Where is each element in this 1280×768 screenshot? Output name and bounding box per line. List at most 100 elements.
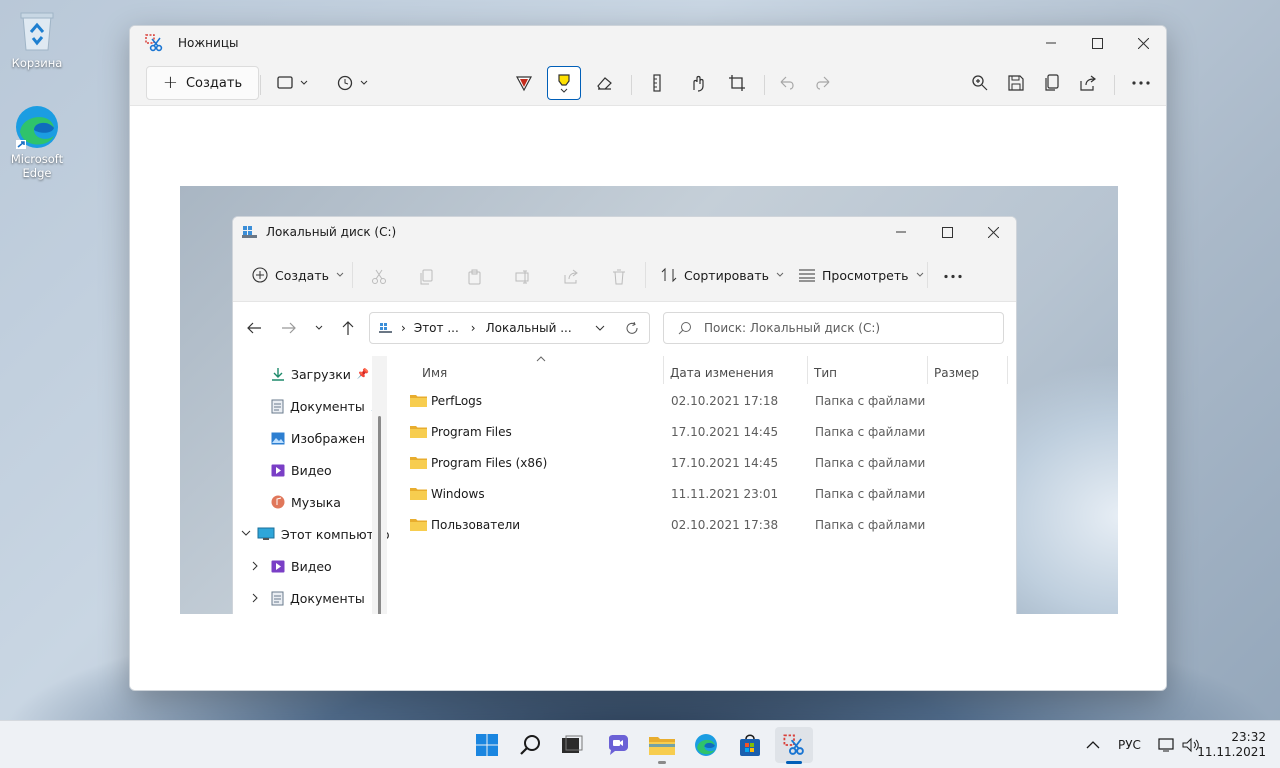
up-icon[interactable] (341, 320, 355, 336)
view-label: Просмотреть (822, 267, 909, 283)
search-placeholder: Поиск: Локальный диск (C:) (704, 321, 881, 335)
captured-screenshot[interactable]: Локальный диск (C:) Создать Сортировать … (180, 186, 1118, 614)
snipping-tool-taskbar-button[interactable] (775, 727, 813, 764)
ruler-button[interactable] (640, 66, 674, 100)
file-name: PerfLogs (431, 394, 483, 408)
minimize-button[interactable] (1028, 26, 1074, 60)
nav-item-downloads[interactable]: Загрузки 📌 (271, 360, 369, 388)
new-item-button[interactable]: Создать (252, 261, 344, 289)
file-name: Program Files (x86) (431, 456, 548, 470)
zoom-button[interactable] (963, 66, 997, 100)
desktop-icon-label: Microsoft Edge (10, 152, 64, 180)
undo-button[interactable] (770, 66, 804, 100)
refresh-icon[interactable] (626, 322, 639, 335)
column-header-size[interactable]: Размер (934, 360, 979, 386)
view-button[interactable]: Просмотреть (799, 261, 924, 289)
edge-icon (14, 104, 60, 150)
delay-button[interactable] (330, 66, 378, 100)
redo-button[interactable] (806, 66, 840, 100)
nav-item-this-pc-documents[interactable]: Документы (251, 584, 365, 612)
nav-item-pictures[interactable]: Изображен 📌 (271, 424, 384, 452)
table-row[interactable]: PerfLogs 02.10.2021 17:18 Папка с файлам… (387, 387, 1016, 415)
store-taskbar-button[interactable] (731, 727, 769, 763)
rename-icon[interactable] (515, 269, 531, 285)
explorer-title-bar[interactable]: Локальный диск (C:) (233, 217, 1016, 247)
close-button[interactable] (970, 217, 1016, 247)
maximize-icon (941, 226, 953, 238)
minimize-button[interactable] (878, 217, 924, 247)
nav-item-this-pc-videos[interactable]: Видео (251, 552, 332, 580)
network-status[interactable] (1158, 721, 1176, 768)
address-bar[interactable]: › Этот ... › Локальный ... (369, 312, 650, 344)
table-row[interactable]: Program Files 17.10.2021 14:45 Папка с ф… (387, 418, 1016, 446)
cut-icon[interactable] (371, 269, 387, 285)
clock-date: 11.11.2021 (1197, 745, 1266, 759)
back-icon[interactable] (246, 321, 262, 335)
column-header-type[interactable]: Тип (814, 360, 837, 386)
task-view-button[interactable] (553, 727, 591, 763)
forward-icon[interactable] (281, 321, 297, 335)
nav-item-this-pc[interactable]: Этот компьютер (241, 520, 390, 548)
navigation-scrollbar[interactable] (372, 356, 387, 614)
ballpoint-pen-button[interactable] (507, 66, 541, 100)
sort-button[interactable]: Сортировать (661, 261, 784, 289)
maximize-icon (1091, 37, 1103, 49)
breadcrumb-this-pc[interactable]: Этот ... (414, 321, 459, 335)
highlighter-button[interactable] (547, 66, 581, 100)
table-row[interactable]: Windows 11.11.2021 23:01 Папка с файлами (387, 480, 1016, 508)
maximize-button[interactable] (924, 217, 970, 247)
close-button[interactable] (1120, 26, 1166, 60)
breadcrumb-local-disk[interactable]: Локальный ... (486, 321, 572, 335)
title-bar[interactable]: Ножницы (130, 26, 1166, 60)
new-icon (252, 267, 268, 283)
chevron-down-icon (336, 272, 344, 277)
new-snip-button[interactable]: + Создать (146, 66, 259, 100)
maximize-button[interactable] (1074, 26, 1120, 60)
snip-mode-button[interactable] (270, 66, 318, 100)
share-button[interactable] (1071, 66, 1105, 100)
scrollbar-thumb[interactable] (378, 416, 381, 614)
desktop-icon-edge[interactable]: Microsoft Edge (1, 104, 73, 180)
language-indicator[interactable]: РУС (1118, 721, 1141, 768)
share-icon[interactable] (563, 269, 579, 285)
show-hidden-icons-button[interactable] (1086, 721, 1100, 768)
copy-button[interactable] (1035, 66, 1069, 100)
chevron-down-icon[interactable] (595, 325, 605, 332)
more-icon[interactable] (944, 274, 962, 279)
more-button[interactable] (1124, 66, 1158, 100)
recent-locations-icon[interactable] (315, 325, 323, 331)
file-date: 02.10.2021 17:38 (671, 518, 779, 532)
nav-item-documents[interactable]: Документы 📌 (271, 392, 383, 420)
clock[interactable]: 23:32 11.11.2021 (1197, 721, 1266, 768)
touch-writing-button[interactable] (680, 66, 714, 100)
desktop-icon-recycle-bin[interactable]: Корзина (1, 8, 73, 70)
search-input[interactable]: Поиск: Локальный диск (C:) (663, 312, 1004, 344)
folder-icon (410, 395, 427, 407)
nav-item-music[interactable]: Музыка (271, 488, 341, 516)
crop-button[interactable] (720, 66, 754, 100)
window-title: Ножницы (178, 36, 239, 50)
start-button[interactable] (468, 727, 506, 763)
documents-icon (271, 591, 284, 605)
edge-taskbar-button[interactable] (687, 727, 725, 763)
table-row[interactable]: Пользователи 02.10.2021 17:38 Папка с фа… (387, 511, 1016, 539)
snip-canvas[interactable]: Локальный диск (C:) Создать Сортировать … (130, 106, 1166, 690)
file-type: Папка с файлами (815, 425, 926, 439)
delete-icon[interactable] (611, 269, 627, 285)
eraser-button[interactable] (587, 66, 621, 100)
copy-icon[interactable] (419, 269, 435, 285)
column-header-date[interactable]: Дата изменения (670, 360, 774, 386)
ballpoint-pen-icon (515, 76, 533, 92)
network-icon (1158, 738, 1174, 752)
column-header-name[interactable]: Имя (422, 360, 447, 386)
chat-button[interactable] (599, 727, 637, 763)
file-name: Windows (431, 487, 485, 501)
nav-item-videos[interactable]: Видео (271, 456, 332, 484)
paste-icon[interactable] (467, 269, 483, 285)
save-button[interactable] (999, 66, 1033, 100)
file-explorer-taskbar-button[interactable] (643, 727, 681, 764)
undo-icon (780, 76, 794, 90)
search-taskbar-button[interactable] (512, 727, 550, 763)
table-row[interactable]: Program Files (x86) 17.10.2021 14:45 Пап… (387, 449, 1016, 477)
minimize-icon (1046, 42, 1056, 44)
